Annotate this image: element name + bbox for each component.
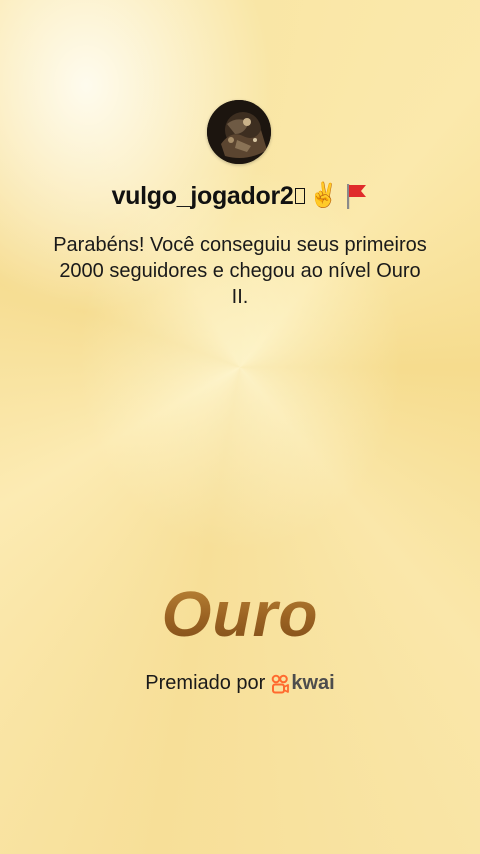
level-badge-title: Ouro (0, 577, 480, 651)
username-row: vulgo_jogador2 ✌️ (0, 176, 480, 216)
congratulations-message: Parabéns! Você conseguiu seus primeiros … (53, 234, 427, 308)
awarded-by-label: Premiado por (145, 672, 266, 694)
kwai-wordmark: kwai (291, 672, 335, 694)
avatar[interactable] (207, 100, 271, 164)
kwai-logo: kwai (271, 672, 335, 695)
achievement-screen: vulgo_jogador2 ✌️ Parabéns! Você consegu… (0, 0, 480, 854)
kwai-logo-icon (272, 674, 290, 693)
awarded-by-row: Premiado por kwai (0, 672, 480, 695)
username[interactable]: vulgo_jogador2 (112, 182, 294, 211)
missing-glyph-icon (294, 188, 305, 204)
victory-hand-icon: ✌️ (308, 182, 339, 209)
avatar-photo (207, 100, 271, 164)
red-flag-icon (347, 184, 367, 209)
